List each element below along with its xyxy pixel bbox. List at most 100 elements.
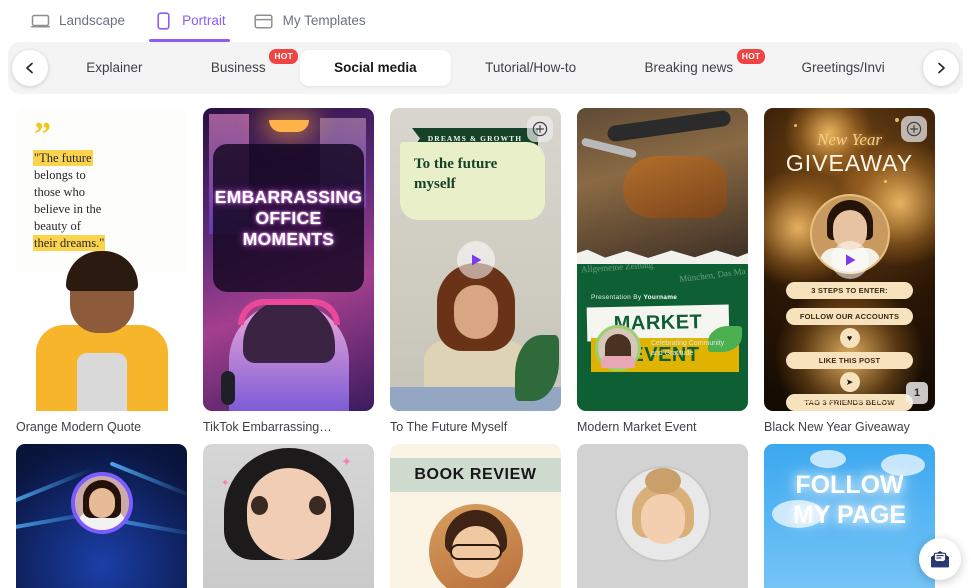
follow-line-1: FOLLOW: [795, 471, 904, 499]
food-photo: [577, 108, 748, 258]
presented-by-prefix: Presentation By: [591, 294, 644, 301]
market-caption: Celebrating Community and Gratitude: [651, 339, 724, 359]
sparkle: [884, 180, 887, 183]
template-thumbnail[interactable]: KOL: [16, 444, 187, 588]
quote-line-1: "The future: [34, 151, 92, 165]
orientation-tab-bar: Landscape Portrait My Templates: [0, 0, 971, 42]
microphone-icon: [221, 371, 235, 405]
headphone-icon: [237, 299, 340, 325]
add-template-button[interactable]: [527, 116, 553, 142]
landscape-icon: [30, 12, 50, 30]
category-item-business[interactable]: Business HOT: [177, 49, 300, 86]
headline-box: To the future myself: [400, 142, 545, 220]
presented-by: Presentation By Yourname: [591, 294, 677, 301]
news-left-text: Allgemeine Zeitung: [580, 259, 654, 275]
tab-landscape[interactable]: Landscape: [16, 0, 139, 42]
quote-mark: ”: [34, 116, 51, 153]
category-scroll-right-button[interactable]: [923, 50, 959, 86]
sparkle: [794, 124, 797, 127]
template-thumbnail[interactable]: Allgemeine Zeitung München, Das Ma Prese…: [577, 108, 748, 411]
tiktok-line-2: OFFICE: [255, 207, 322, 228]
category-item-greetings-invitations[interactable]: Greetings/Invi: [767, 50, 919, 86]
template-thumbnail[interactable]: FOLLOW MY PAGE: [764, 444, 935, 588]
book-review-title: BOOK REVIEW: [390, 458, 561, 492]
template-thumbnail[interactable]: BOOK REVIEW: [390, 444, 561, 588]
category-list[interactable]: Explainer Business HOT Social media Tuto…: [8, 42, 963, 94]
template-title: Black New Year Giveaway: [764, 420, 910, 434]
tab-my-templates[interactable]: My Templates: [240, 0, 380, 42]
chat-support-button[interactable]: [919, 538, 961, 580]
chevron-left-icon: [26, 62, 33, 74]
category-label: Tutorial/How-to: [485, 60, 577, 75]
avatar: [70, 472, 133, 534]
template-thumbnail[interactable]: [577, 444, 748, 588]
template-thumbnail[interactable]: DREAMS & GROWTH To the future myself: [390, 108, 561, 411]
headline-text: To the future myself: [414, 156, 498, 192]
category-label: Greetings/Invi: [801, 60, 885, 75]
template-thumbnail[interactable]: ” "The future belongs to those who belie…: [16, 108, 187, 411]
template-thumbnail[interactable]: EMBARRASSING OFFICE MOMENTS: [203, 108, 374, 411]
template-card[interactable]: [577, 444, 748, 588]
lamp-shape: [268, 120, 309, 132]
quote-line-2: belongs to: [34, 168, 86, 182]
quote-line-5: beauty of: [34, 219, 81, 233]
category-scroll-left-button[interactable]: [12, 50, 48, 86]
template-title: Modern Market Event: [577, 420, 697, 434]
template-card[interactable]: EMBARRASSING OFFICE MOMENTS TikTok Embar…: [203, 108, 374, 434]
template-card[interactable]: ” "The future belongs to those who belie…: [16, 108, 187, 434]
newspaper-strip: Allgemeine Zeitung München, Das Ma: [577, 259, 748, 288]
character-eye: [251, 496, 268, 515]
tiktok-line-1: EMBARRASSING: [214, 186, 363, 207]
quote-card-illustration: [16, 251, 187, 411]
template-thumbnail[interactable]: ✦ ✦: [203, 444, 374, 588]
sparkle-icon: ✦: [221, 478, 230, 489]
add-template-button[interactable]: [901, 116, 927, 142]
template-card[interactable]: ✦ ✦: [203, 444, 374, 588]
template-card[interactable]: DREAMS & GROWTH To the future myself To …: [390, 108, 561, 434]
play-preview-button[interactable]: [456, 240, 495, 279]
template-card[interactable]: BOOK REVIEW: [390, 444, 561, 588]
title-panel: EMBARRASSING OFFICE MOMENTS: [213, 144, 364, 292]
category-item-social-media[interactable]: Social media: [299, 50, 451, 86]
category-item-tutorial-how-to[interactable]: Tutorial/How-to: [451, 50, 610, 86]
tiktok-line-3: MOMENTS: [242, 228, 335, 249]
market-caption-line-1: Celebrating Community: [651, 340, 725, 347]
template-thumbnail[interactable]: New Year GIVEAWAY 3 STEPS TO ENTER: FOLL…: [764, 108, 935, 411]
category-label: Business: [210, 60, 266, 75]
play-icon: [845, 254, 855, 265]
template-card[interactable]: Allgemeine Zeitung München, Das Ma Prese…: [577, 108, 748, 434]
quote-text: "The future belongs to those who believe…: [34, 150, 175, 252]
hot-badge: HOT: [269, 49, 298, 64]
follow-line-2: MY PAGE: [793, 501, 906, 529]
giveaway-main-title: GIVEAWAY: [785, 150, 914, 176]
plus-circle-icon: [532, 121, 548, 137]
play-preview-button[interactable]: [830, 240, 869, 279]
category-item-breaking-news[interactable]: Breaking news HOT: [610, 49, 767, 86]
tab-portrait[interactable]: Portrait: [139, 0, 240, 42]
open-envelope-icon: [931, 551, 949, 568]
category-item-explainer[interactable]: Explainer: [52, 50, 177, 86]
template-card[interactable]: New Year GIVEAWAY 3 STEPS TO ENTER: FOLL…: [764, 108, 935, 434]
market-caption-line-2: and Gratitude: [651, 350, 694, 357]
sparkle: [895, 118, 899, 122]
portrait-icon: [153, 12, 173, 30]
step-2-pill: LIKE THIS POST: [786, 352, 913, 369]
sparkle-icon: ✦: [341, 454, 352, 469]
template-title: To The Future Myself: [390, 420, 508, 434]
hair-bun: [644, 468, 681, 494]
tab-my-templates-label: My Templates: [282, 13, 366, 29]
character-eye: [309, 496, 326, 515]
page-count-badge: 1: [906, 382, 928, 404]
quote-line-3: those who: [34, 185, 86, 199]
hot-badge: HOT: [736, 49, 766, 64]
step-1-pill: FOLLOW OUR ACCOUNTS: [786, 308, 913, 325]
character-portrait: [428, 504, 523, 588]
plus-circle-icon: [906, 121, 922, 137]
heart-icon: ♥: [839, 328, 860, 348]
template-card[interactable]: KOL: [16, 444, 187, 588]
category-label: Social media: [334, 60, 417, 75]
template-card[interactable]: FOLLOW MY PAGE: [764, 444, 935, 588]
quote-line-4: believe in the: [34, 202, 102, 216]
template-grid: ” "The future belongs to those who belie…: [0, 94, 971, 588]
tab-portrait-label: Portrait: [182, 13, 226, 29]
